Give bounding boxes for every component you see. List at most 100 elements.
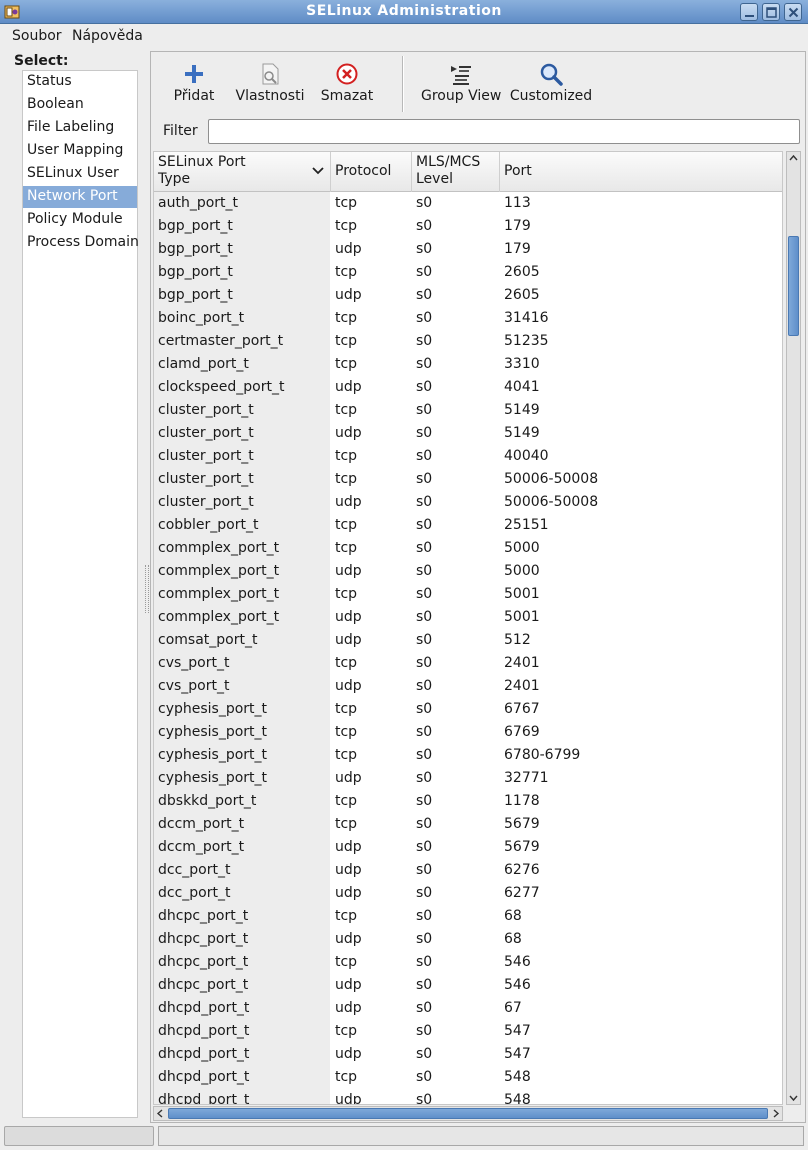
table-row[interactable]: auth_port_t tcp s0 113 bbox=[154, 192, 782, 215]
column-header-type[interactable]: SELinux Port Type bbox=[154, 152, 331, 192]
table-row[interactable]: dhcpd_port_t udp s0 67 bbox=[154, 997, 782, 1020]
cell-protocol: tcp bbox=[335, 701, 358, 717]
table-row[interactable]: dccm_port_t udp s0 5679 bbox=[154, 836, 782, 859]
toolbar-separator bbox=[402, 56, 403, 112]
table-row[interactable]: cluster_port_t udp s0 50006-50008 bbox=[154, 491, 782, 514]
cell-protocol: udp bbox=[335, 494, 362, 510]
sidebar-item-process-domain[interactable]: Process Domain bbox=[23, 232, 139, 254]
table-row[interactable]: cluster_port_t tcp s0 5149 bbox=[154, 399, 782, 422]
properties-button[interactable]: Vlastnosti bbox=[233, 56, 307, 112]
group-view-icon bbox=[451, 66, 471, 85]
table-row[interactable]: clamd_port_t tcp s0 3310 bbox=[154, 353, 782, 376]
minimize-button[interactable] bbox=[740, 3, 758, 21]
table-row[interactable]: dhcpc_port_t tcp s0 546 bbox=[154, 951, 782, 974]
table-row[interactable]: dbskkd_port_t tcp s0 1178 bbox=[154, 790, 782, 813]
table-row[interactable]: comsat_port_t udp s0 512 bbox=[154, 629, 782, 652]
horizontal-scrollbar[interactable] bbox=[153, 1106, 783, 1121]
sidebar-item-selinux-user[interactable]: SELinux User bbox=[23, 163, 137, 185]
table-row[interactable]: cluster_port_t udp s0 5149 bbox=[154, 422, 782, 445]
column-header-protocol[interactable]: Protocol bbox=[331, 152, 412, 192]
cell-protocol: tcp bbox=[335, 655, 358, 671]
cell-port: 5000 bbox=[504, 563, 540, 579]
vertical-scroll-thumb[interactable] bbox=[788, 236, 799, 336]
table-row[interactable]: cluster_port_t tcp s0 40040 bbox=[154, 445, 782, 468]
delete-button[interactable]: Smazat bbox=[317, 56, 377, 112]
sidebar-item-policy-module[interactable]: Policy Module bbox=[23, 209, 137, 231]
sidebar-item-file-labeling[interactable]: File Labeling bbox=[23, 117, 137, 139]
sidebar-item-status[interactable]: Status bbox=[23, 71, 137, 93]
cell-level: s0 bbox=[416, 609, 433, 625]
cell-type: cyphesis_port_t bbox=[158, 701, 268, 717]
table-row[interactable]: dccm_port_t tcp s0 5679 bbox=[154, 813, 782, 836]
cell-level: s0 bbox=[416, 402, 433, 418]
cell-protocol: tcp bbox=[335, 195, 358, 211]
table-row[interactable]: dhcpc_port_t tcp s0 68 bbox=[154, 905, 782, 928]
group-view-button[interactable]: Group View bbox=[421, 56, 501, 112]
cell-level: s0 bbox=[416, 379, 433, 395]
table-row[interactable]: dhcpd_port_t udp s0 547 bbox=[154, 1043, 782, 1066]
table-row[interactable]: cluster_port_t tcp s0 50006-50008 bbox=[154, 468, 782, 491]
table-row[interactable]: bgp_port_t tcp s0 179 bbox=[154, 215, 782, 238]
cell-level: s0 bbox=[416, 1023, 433, 1039]
delete-icon bbox=[336, 63, 358, 85]
table-row[interactable]: commplex_port_t udp s0 5001 bbox=[154, 606, 782, 629]
cell-port: 548 bbox=[504, 1092, 531, 1105]
column-header-port[interactable]: Port bbox=[500, 152, 782, 192]
table-row[interactable]: certmaster_port_t tcp s0 51235 bbox=[154, 330, 782, 353]
horizontal-scroll-thumb[interactable] bbox=[168, 1108, 768, 1119]
menu-napoveda[interactable]: Nápověda bbox=[72, 28, 143, 44]
cell-protocol: tcp bbox=[335, 264, 358, 280]
table-row[interactable]: cvs_port_t tcp s0 2401 bbox=[154, 652, 782, 675]
customized-button[interactable]: Customized bbox=[509, 56, 593, 112]
cell-protocol: udp bbox=[335, 1046, 362, 1062]
filter-input[interactable] bbox=[208, 119, 800, 144]
table-row[interactable]: cobbler_port_t tcp s0 25151 bbox=[154, 514, 782, 537]
table-row[interactable]: commplex_port_t tcp s0 5000 bbox=[154, 537, 782, 560]
add-button[interactable]: Přidat bbox=[165, 56, 223, 112]
cell-type: dccm_port_t bbox=[158, 839, 245, 855]
cell-protocol: udp bbox=[335, 931, 362, 947]
table-row[interactable]: dhcpc_port_t udp s0 546 bbox=[154, 974, 782, 997]
table-row[interactable]: bgp_port_t udp s0 179 bbox=[154, 238, 782, 261]
table-row[interactable]: bgp_port_t tcp s0 2605 bbox=[154, 261, 782, 284]
cell-protocol: tcp bbox=[335, 586, 358, 602]
sidebar-item-network-port[interactable]: Network Port bbox=[23, 186, 137, 208]
maximize-button[interactable] bbox=[762, 3, 780, 21]
cell-protocol: tcp bbox=[335, 1023, 358, 1039]
table-row[interactable]: cyphesis_port_t tcp s0 6767 bbox=[154, 698, 782, 721]
table-row[interactable]: cyphesis_port_t tcp s0 6769 bbox=[154, 721, 782, 744]
table-row[interactable]: boinc_port_t tcp s0 31416 bbox=[154, 307, 782, 330]
cell-level: s0 bbox=[416, 977, 433, 993]
close-button[interactable] bbox=[784, 3, 802, 21]
vertical-scrollbar[interactable] bbox=[786, 151, 801, 1105]
menu-soubor[interactable]: Soubor bbox=[12, 28, 62, 44]
cell-type: cyphesis_port_t bbox=[158, 724, 268, 740]
table-row[interactable]: cyphesis_port_t tcp s0 6780-6799 bbox=[154, 744, 782, 767]
cell-type: commplex_port_t bbox=[158, 609, 280, 625]
column-header-level[interactable]: MLS/MCS Level bbox=[412, 152, 500, 192]
cell-type: boinc_port_t bbox=[158, 310, 245, 326]
cell-type: dhcpc_port_t bbox=[158, 954, 249, 970]
cell-level: s0 bbox=[416, 287, 433, 303]
cell-level: s0 bbox=[416, 816, 433, 832]
cell-port: 5149 bbox=[504, 402, 540, 418]
table-row[interactable]: cyphesis_port_t udp s0 32771 bbox=[154, 767, 782, 790]
cell-level: s0 bbox=[416, 908, 433, 924]
table-row[interactable]: dhcpc_port_t udp s0 68 bbox=[154, 928, 782, 951]
table-row[interactable]: commplex_port_t udp s0 5000 bbox=[154, 560, 782, 583]
table-row[interactable]: commplex_port_t tcp s0 5001 bbox=[154, 583, 782, 606]
table-header: SELinux Port Type Protocol MLS/MCS Level… bbox=[154, 152, 782, 192]
table-row[interactable]: dhcpd_port_t tcp s0 548 bbox=[154, 1066, 782, 1089]
properties-button-label: Vlastnosti bbox=[235, 88, 305, 104]
cell-port: 113 bbox=[504, 195, 531, 211]
table-row[interactable]: dcc_port_t udp s0 6277 bbox=[154, 882, 782, 905]
table-row[interactable]: dhcpd_port_t tcp s0 547 bbox=[154, 1020, 782, 1043]
table-row[interactable]: cvs_port_t udp s0 2401 bbox=[154, 675, 782, 698]
table-row[interactable]: bgp_port_t udp s0 2605 bbox=[154, 284, 782, 307]
table-row[interactable]: dhcpd_port_t udp s0 548 bbox=[154, 1089, 782, 1105]
pane-splitter[interactable] bbox=[145, 565, 149, 613]
sidebar-item-user-mapping[interactable]: User Mapping bbox=[23, 140, 137, 162]
table-row[interactable]: clockspeed_port_t udp s0 4041 bbox=[154, 376, 782, 399]
sidebar-item-boolean[interactable]: Boolean bbox=[23, 94, 137, 116]
table-row[interactable]: dcc_port_t udp s0 6276 bbox=[154, 859, 782, 882]
